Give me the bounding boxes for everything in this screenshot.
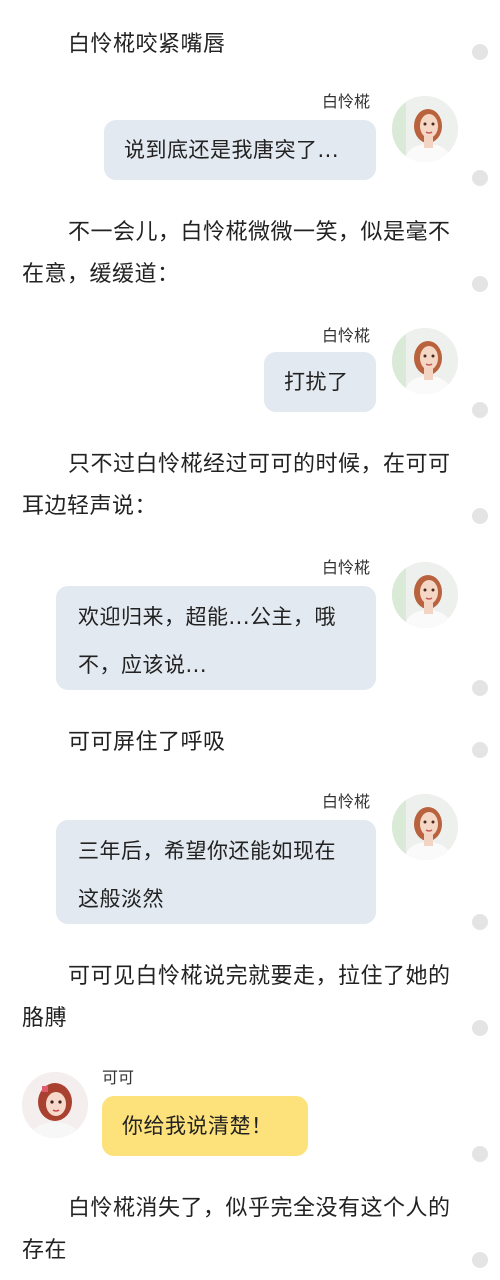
paragraph-marker-icon[interactable] bbox=[472, 508, 488, 524]
narration-text: 不一会儿，白怜椛微微一笑，似是毫不在意，缓缓道： bbox=[22, 220, 451, 287]
paragraph-marker-icon[interactable] bbox=[472, 170, 488, 186]
chat-bubble-text: 欢迎归来，超能...公主，哦不，应该说... bbox=[78, 605, 337, 677]
paragraph-marker-icon[interactable] bbox=[472, 276, 488, 292]
avatar-woman-icon bbox=[392, 328, 458, 394]
avatar[interactable] bbox=[392, 96, 458, 162]
narration-text: 白怜椛消失了，似乎完全没有这个人的存在 bbox=[22, 1196, 451, 1263]
chat-bubble-text: 你给我说清楚！ bbox=[122, 1114, 273, 1138]
paragraph-marker-icon[interactable] bbox=[472, 1020, 488, 1036]
paragraph-marker-icon[interactable] bbox=[472, 742, 488, 758]
speaker-name: 白怜椛 bbox=[322, 792, 371, 811]
chat-bubble-text: 三年后，希望你还能如现在这般淡然 bbox=[78, 839, 336, 911]
chat-bubble-text: 说到底还是我唐突了... bbox=[124, 138, 340, 162]
avatar-woman-icon bbox=[392, 96, 458, 162]
paragraph-marker-icon[interactable] bbox=[472, 44, 488, 60]
chat-bubble: 三年后，希望你还能如现在这般淡然 bbox=[56, 820, 376, 924]
speaker-name: 白怜椛 bbox=[322, 326, 371, 345]
speaker-name: 可可 bbox=[102, 1068, 135, 1087]
avatar[interactable] bbox=[392, 562, 458, 628]
avatar-woman-icon bbox=[392, 562, 458, 628]
chat-bubble: 打扰了 bbox=[264, 352, 376, 412]
narration-text: 只不过白怜椛经过可可的时候，在可可耳边轻声说： bbox=[22, 452, 451, 519]
narration-text: 白怜椛咬紧嘴唇 bbox=[68, 32, 226, 57]
chat-bubble: 你给我说清楚！ bbox=[102, 1096, 308, 1156]
paragraph-marker-icon[interactable] bbox=[472, 402, 488, 418]
narration-text: 可可屏住了呼吸 bbox=[68, 730, 226, 755]
avatar[interactable] bbox=[392, 794, 458, 860]
paragraph-marker-icon[interactable] bbox=[472, 680, 488, 696]
chat-bubble: 说到底还是我唐突了... bbox=[104, 120, 376, 180]
paragraph-marker-icon[interactable] bbox=[472, 1252, 488, 1268]
avatar-girl-icon bbox=[22, 1072, 88, 1138]
avatar[interactable] bbox=[22, 1072, 88, 1138]
speaker-name: 白怜椛 bbox=[322, 558, 371, 577]
narration-text: 可可见白怜椛说完就要走，拉住了她的胳膊 bbox=[22, 964, 451, 1031]
paragraph-marker-icon[interactable] bbox=[472, 914, 488, 930]
avatar-woman-icon bbox=[392, 794, 458, 860]
speaker-name: 白怜椛 bbox=[322, 92, 371, 111]
avatar[interactable] bbox=[392, 328, 458, 394]
chat-bubble: 欢迎归来，超能...公主，哦不，应该说... bbox=[56, 586, 376, 690]
chat-bubble-text: 打扰了 bbox=[284, 370, 349, 394]
paragraph-marker-icon[interactable] bbox=[472, 1146, 488, 1162]
